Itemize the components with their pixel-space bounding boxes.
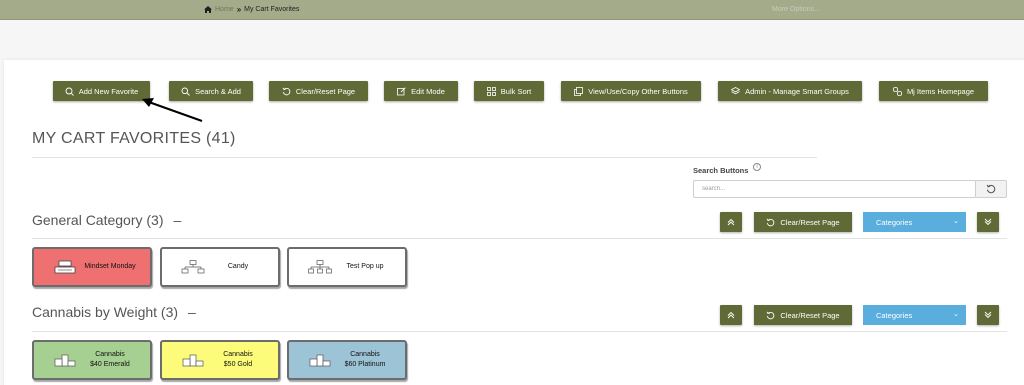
view-use-copy-other-buttons-button[interactable]: View/Use/Copy Other Buttons — [561, 81, 701, 101]
grid-icon — [486, 86, 496, 96]
add-favorite-icon — [65, 87, 74, 96]
reset-icon — [282, 87, 291, 96]
page-title: MY CART FAVORITES (41) — [32, 130, 236, 147]
podium-icon — [52, 352, 78, 368]
layers-icon — [731, 86, 741, 96]
hierarchy-icon — [180, 259, 206, 275]
info-icon[interactable]: i — [753, 163, 761, 171]
view-use-copy-label: View/Use/Copy Other Buttons — [588, 86, 688, 96]
categories-select[interactable]: Categories ⌄ — [863, 212, 966, 232]
collapse-section-toggle[interactable]: – — [188, 304, 196, 320]
tile-label-line2: $50 Gold — [223, 361, 253, 368]
tile-label: Cannabis $40 Emerald — [78, 350, 150, 370]
section-clear-reset-button[interactable]: Clear/Reset Page — [754, 212, 852, 232]
breadcrumb-current: My Cart Favorites — [244, 6, 300, 13]
section-clear-reset-label: Clear/Reset Page — [780, 217, 840, 227]
clear-reset-page-button[interactable]: Clear/Reset Page — [269, 81, 368, 101]
categories-select-value: Categories — [876, 310, 913, 320]
move-section-down-button[interactable] — [977, 212, 999, 232]
tile-label-line1: Mindset Monday — [84, 262, 136, 270]
breadcrumb-separator-icon: » — [236, 5, 242, 14]
section-divider — [32, 238, 1007, 239]
more-options-link[interactable]: More Options... — [772, 6, 820, 13]
reset-icon — [986, 184, 996, 194]
section-divider — [32, 331, 1007, 332]
breadcrumb: Home » My Cart Favorites — [204, 5, 299, 14]
move-section-up-button[interactable] — [720, 305, 742, 325]
copy-icon — [574, 86, 584, 96]
edit-mode-button[interactable]: Edit Mode — [384, 81, 458, 101]
tile-label-line1: Cannabis — [223, 350, 253, 358]
favorite-tile-mindset-monday[interactable]: Mindset Monday — [32, 247, 152, 287]
double-chevron-down-icon — [984, 218, 992, 226]
tile-label: Mindset Monday — [78, 262, 150, 272]
tile-label: Cannabis $50 Gold — [206, 350, 278, 370]
annotation-arrow-icon — [142, 98, 203, 122]
title-divider — [32, 157, 817, 158]
clear-reset-page-label: Clear/Reset Page — [295, 86, 356, 96]
double-chevron-up-icon — [727, 311, 735, 319]
categories-select-value: Categories — [876, 217, 913, 227]
tile-label-line1: Cannabis — [95, 350, 125, 358]
categories-select[interactable]: Categories ⌄ — [863, 305, 966, 325]
tile-label: Cannabis $60 Platinum — [333, 350, 405, 370]
edit-mode-label: Edit Mode — [411, 86, 445, 96]
favorite-tile-cannabis-50-gold[interactable]: Cannabis $50 Gold — [160, 340, 280, 380]
bulk-sort-label: Bulk Sort — [500, 86, 532, 96]
link-icon — [893, 86, 902, 96]
tile-label-line2: $40 Emerald — [90, 361, 130, 368]
favorite-tile-cannabis-60-platinum[interactable]: Cannabis $60 Platinum — [287, 340, 407, 380]
search-buttons-label: Search Buttons — [693, 166, 749, 175]
section-title-cannabis-by-weight: Cannabis by Weight (3) – — [32, 304, 196, 320]
top-bar: Home » My Cart Favorites More Options... — [0, 0, 1024, 20]
tile-label-line2: $60 Platinum — [344, 361, 386, 368]
chevron-down-icon: ⌄ — [953, 311, 959, 318]
tile-label: Test Pop up — [333, 262, 405, 272]
tile-label: Candy — [206, 262, 278, 272]
double-chevron-up-icon — [727, 218, 735, 226]
tile-label-line1: Candy — [227, 262, 249, 270]
breadcrumb-home-link[interactable]: Home — [215, 6, 234, 13]
podium-icon — [307, 352, 333, 368]
move-section-up-button[interactable] — [720, 212, 742, 232]
reset-icon — [766, 311, 775, 319]
org-chart-icon — [307, 259, 333, 275]
move-section-down-button[interactable] — [977, 305, 999, 325]
bulk-sort-button[interactable]: Bulk Sort — [474, 81, 544, 101]
favorite-tile-test-pop-up[interactable]: Test Pop up — [287, 247, 407, 287]
mj-items-homepage-button[interactable]: Mj Items Homepage — [879, 81, 988, 101]
section-clear-reset-label: Clear/Reset Page — [780, 310, 840, 320]
home-icon[interactable] — [204, 6, 212, 13]
chevron-down-icon: ⌄ — [953, 218, 959, 225]
section-title-text: General Category (3) — [32, 212, 164, 228]
tile-label-line1: Test Pop up — [346, 262, 384, 270]
admin-manage-smart-groups-button[interactable]: Admin - Manage Smart Groups — [718, 81, 862, 101]
section-title-general-category: General Category (3) – — [32, 212, 181, 228]
search-input[interactable] — [693, 180, 976, 198]
favorite-tile-cannabis-40-emerald[interactable]: Cannabis $40 Emerald — [32, 340, 152, 380]
register-icon — [52, 259, 78, 275]
section-title-text: Cannabis by Weight (3) — [32, 304, 179, 320]
admin-manage-smart-groups-label: Admin - Manage Smart Groups — [745, 86, 849, 96]
add-new-favorite-button[interactable]: Add New Favorite — [53, 81, 150, 101]
reset-icon — [766, 218, 775, 226]
search-reset-button[interactable] — [975, 180, 1007, 198]
favorite-tile-candy[interactable]: Candy — [160, 247, 280, 287]
tile-label-line1: Cannabis — [350, 350, 380, 358]
add-new-favorite-label: Add New Favorite — [78, 86, 139, 96]
double-chevron-down-icon — [984, 311, 992, 319]
mj-items-homepage-label: Mj Items Homepage — [906, 86, 975, 96]
section-clear-reset-button[interactable]: Clear/Reset Page — [754, 305, 852, 325]
collapse-section-toggle[interactable]: – — [174, 212, 182, 228]
podium-icon — [180, 352, 206, 368]
edit-icon — [397, 86, 406, 96]
